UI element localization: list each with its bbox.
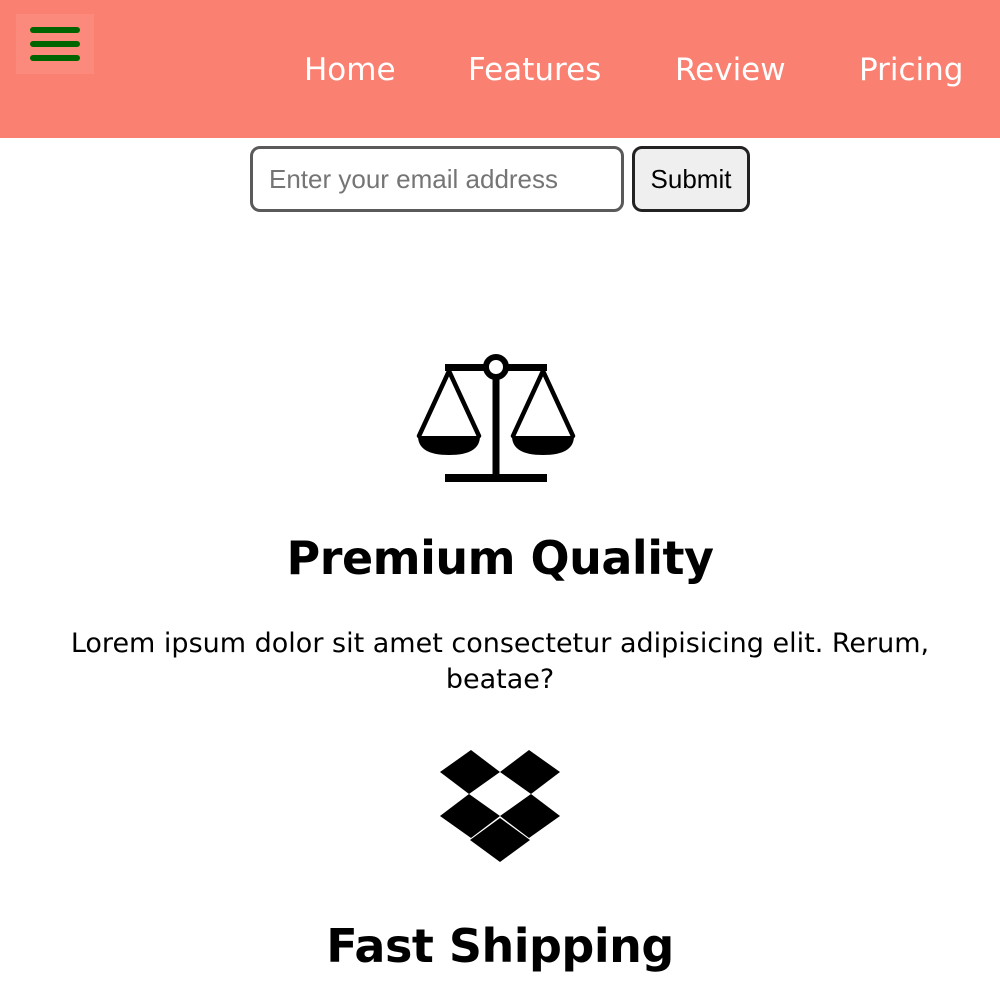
nav-link-review[interactable]: Review: [675, 48, 786, 92]
submit-button[interactable]: Submit: [632, 146, 750, 212]
dropbox-icon: [440, 750, 560, 862]
hamburger-menu-icon: [30, 27, 80, 33]
nav-link-home[interactable]: Home: [304, 48, 396, 92]
hamburger-menu-icon-bar: [30, 41, 80, 47]
feature-description: Lorem ipsum dolor sit amet consectetur a…: [70, 628, 930, 695]
main-nav: Home Features Review Pricing: [0, 48, 1000, 92]
feature-title-fast-shipping: Fast Shipping: [326, 919, 674, 973]
page-header: Home Features Review Pricing: [0, 0, 1000, 138]
balance-scale-icon: [416, 354, 576, 482]
nav-link-features[interactable]: Features: [468, 48, 601, 92]
feature-title-premium-quality: Premium Quality: [286, 531, 714, 585]
email-input[interactable]: [250, 146, 624, 212]
nav-link-pricing[interactable]: Pricing: [859, 48, 964, 92]
